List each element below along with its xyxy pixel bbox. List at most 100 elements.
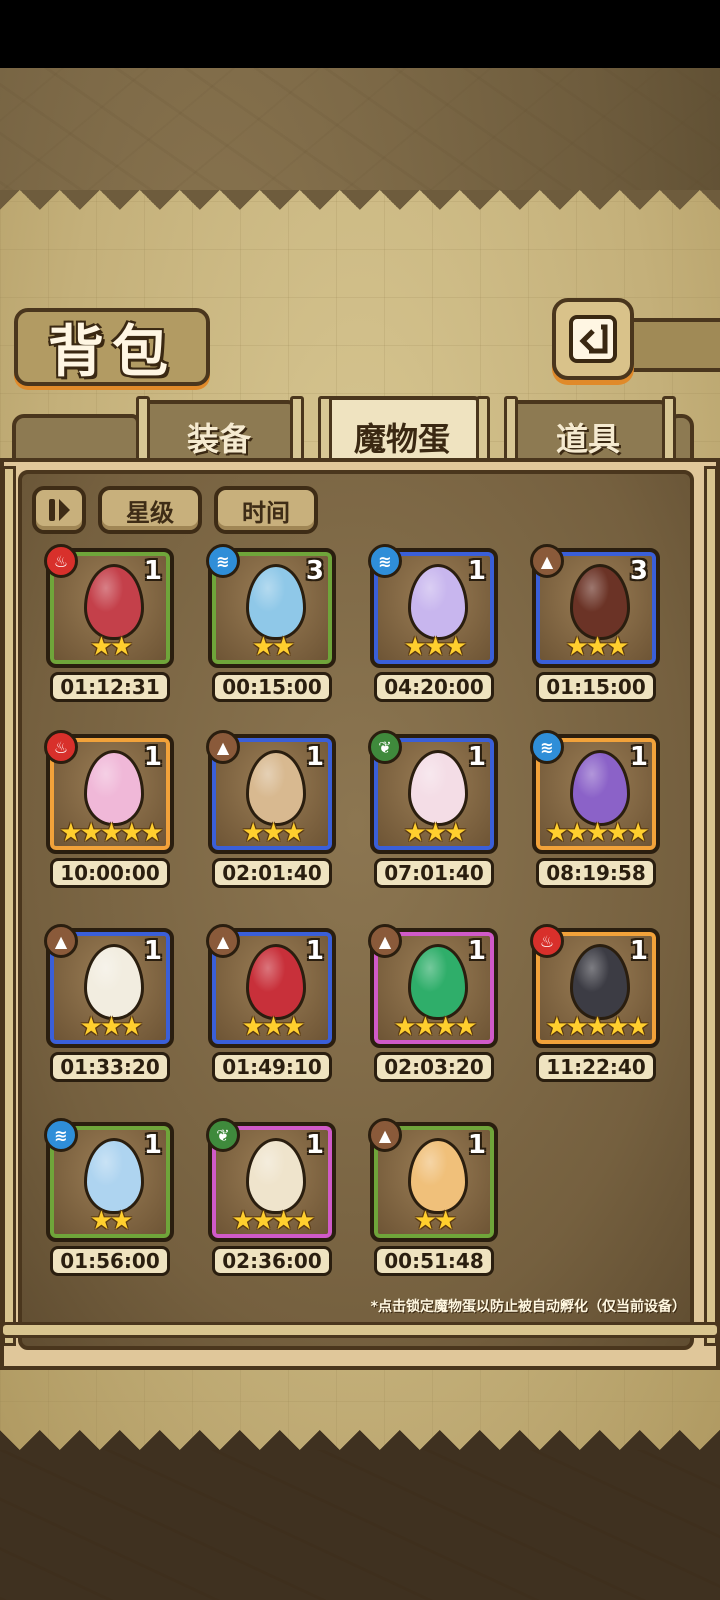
star-rating: ★★★★★ xyxy=(50,818,170,848)
egg-card[interactable]: ≋ 1 ★★ xyxy=(44,1118,174,1242)
back-button[interactable] xyxy=(552,298,634,380)
egg-card[interactable]: ▲ 1 ★★★ xyxy=(44,924,174,1048)
egg-slot[interactable]: ≋ 1 ★★ 01:56:00 xyxy=(40,1118,180,1277)
egg-count: 1 xyxy=(305,742,324,772)
egg-card[interactable]: ♨ 1 ★★★★★ xyxy=(44,730,174,854)
hatch-timer: 01:33:20 xyxy=(50,1052,170,1082)
egg-card[interactable]: ▲ 1 ★★ xyxy=(368,1118,498,1242)
egg-grid: ♨ 1 ★★ 01:12:31 ≋ 3 ★★ 00:15:00 ≋ 1 ★★★ 04:20:00 ▲ 3 ★… xyxy=(40,544,680,1308)
frame-post-left xyxy=(2,466,16,1346)
star-rating: ★★ xyxy=(212,632,332,662)
star-icon: ★ xyxy=(99,1012,123,1042)
back-arrow-icon xyxy=(569,315,617,363)
egg-count: 1 xyxy=(467,556,486,586)
star-icon: ★ xyxy=(565,1012,589,1042)
monster-egg-icon xyxy=(408,944,468,1020)
star-rating: ★★★★★ xyxy=(536,818,656,848)
back-button-rail xyxy=(630,318,720,372)
star-icon: ★ xyxy=(545,818,568,848)
parchment-torn-edge-bottom xyxy=(0,1410,720,1450)
map-background-bottom xyxy=(0,1440,720,1600)
star-icon: ★ xyxy=(79,818,103,848)
earth-element-icon: ▲ xyxy=(530,544,564,578)
egg-slot[interactable]: ▲ 1 ★★★ 01:49:10 xyxy=(202,924,342,1083)
egg-slot[interactable]: ❦ 1 ★★★★ 02:36:00 xyxy=(202,1118,342,1277)
frame-bottom-rail xyxy=(0,1322,720,1338)
egg-count: 1 xyxy=(305,936,324,966)
egg-card[interactable]: ❦ 1 ★★★★ xyxy=(206,1118,336,1242)
egg-slot[interactable]: ♨ 1 ★★★★★ 10:00:00 xyxy=(40,730,180,889)
egg-slot[interactable]: ♨ 1 ★★ 01:12:31 xyxy=(40,544,180,703)
egg-card[interactable]: ≋ 3 ★★ xyxy=(206,544,336,668)
star-icon: ★ xyxy=(59,818,82,848)
egg-count: 1 xyxy=(629,742,648,772)
egg-card[interactable]: ♨ 1 ★★ xyxy=(44,544,174,668)
monster-egg-icon xyxy=(84,1138,144,1214)
egg-slot[interactable]: ≋ 1 ★★★ 04:20:00 xyxy=(364,544,504,703)
egg-card[interactable]: ❦ 1 ★★★ xyxy=(368,730,498,854)
egg-count: 1 xyxy=(143,556,162,586)
monster-egg-icon xyxy=(246,564,306,640)
star-icon: ★ xyxy=(434,1012,457,1042)
egg-slot[interactable]: ▲ 1 ★★★★ 02:03:20 xyxy=(364,924,504,1083)
egg-card[interactable]: ≋ 1 ★★★ xyxy=(368,544,498,668)
water-element-icon: ≋ xyxy=(206,544,240,578)
star-icon: ★ xyxy=(444,632,467,662)
fire-element-icon: ♨ xyxy=(44,730,78,764)
sort-order-toggle-button[interactable] xyxy=(32,486,86,534)
egg-card[interactable]: ▲ 3 ★★★ xyxy=(530,544,660,668)
star-rating: ★★★ xyxy=(212,1012,332,1042)
sort-by-time-button[interactable]: 时间 xyxy=(214,486,318,534)
pause-toggle-icon xyxy=(49,499,70,521)
egg-slot[interactable]: ❦ 1 ★★★ 07:01:40 xyxy=(364,730,504,889)
water-element-icon: ≋ xyxy=(44,1118,78,1152)
egg-card[interactable]: ▲ 1 ★★★ xyxy=(206,924,336,1048)
water-element-icon: ≋ xyxy=(368,544,402,578)
star-icon: ★ xyxy=(606,632,629,662)
egg-card[interactable]: ▲ 1 ★★★★ xyxy=(368,924,498,1048)
egg-card[interactable]: ♨ 1 ★★★★★ xyxy=(530,924,660,1048)
star-icon: ★ xyxy=(282,818,305,848)
hatch-timer: 11:22:40 xyxy=(536,1052,656,1082)
wood-element-icon: ❦ xyxy=(368,730,402,764)
sort-by-star-button[interactable]: 星级 xyxy=(98,486,202,534)
wood-element-icon: ❦ xyxy=(206,1118,240,1152)
hatch-timer: 01:15:00 xyxy=(536,672,656,702)
star-icon: ★ xyxy=(89,632,113,662)
egg-count: 1 xyxy=(467,936,486,966)
egg-slot[interactable]: ▲ 1 ★★ 00:51:48 xyxy=(364,1118,504,1277)
star-icon: ★ xyxy=(89,1206,113,1236)
star-icon: ★ xyxy=(606,1012,629,1042)
egg-card[interactable]: ▲ 1 ★★★ xyxy=(206,730,336,854)
star-icon: ★ xyxy=(272,1206,295,1236)
egg-slot[interactable]: ▲ 3 ★★★ 01:15:00 xyxy=(526,544,666,703)
egg-count: 1 xyxy=(629,936,648,966)
star-icon: ★ xyxy=(626,1012,649,1042)
egg-slot[interactable]: ≋ 1 ★★★★★ 08:19:58 xyxy=(526,730,666,889)
egg-slot[interactable]: ▲ 1 ★★★ 02:01:40 xyxy=(202,730,342,889)
star-icon: ★ xyxy=(110,632,133,662)
egg-card[interactable]: ≋ 1 ★★★★★ xyxy=(530,730,660,854)
status-bar xyxy=(0,0,720,68)
monster-egg-icon xyxy=(408,1138,468,1214)
star-icon: ★ xyxy=(423,632,447,662)
egg-count: 1 xyxy=(143,936,162,966)
fire-element-icon: ♨ xyxy=(44,544,78,578)
egg-count: 1 xyxy=(305,1130,324,1160)
star-icon: ★ xyxy=(545,1012,568,1042)
egg-count: 1 xyxy=(467,742,486,772)
egg-slot[interactable]: ≋ 3 ★★ 00:15:00 xyxy=(202,544,342,703)
hatch-timer: 01:56:00 xyxy=(50,1246,170,1276)
star-icon: ★ xyxy=(120,1012,143,1042)
page-title: 背包 xyxy=(48,318,176,385)
parchment-torn-edge-top xyxy=(0,190,720,230)
hatch-timer: 02:03:20 xyxy=(374,1052,494,1082)
star-icon: ★ xyxy=(282,1012,305,1042)
star-icon: ★ xyxy=(292,1206,315,1236)
star-rating: ★★★ xyxy=(374,818,494,848)
egg-count: 3 xyxy=(629,556,648,586)
star-rating: ★★★ xyxy=(536,632,656,662)
hatch-timer: 04:20:00 xyxy=(374,672,494,702)
egg-slot[interactable]: ▲ 1 ★★★ 01:33:20 xyxy=(40,924,180,1083)
egg-slot[interactable]: ♨ 1 ★★★★★ 11:22:40 xyxy=(526,924,666,1083)
